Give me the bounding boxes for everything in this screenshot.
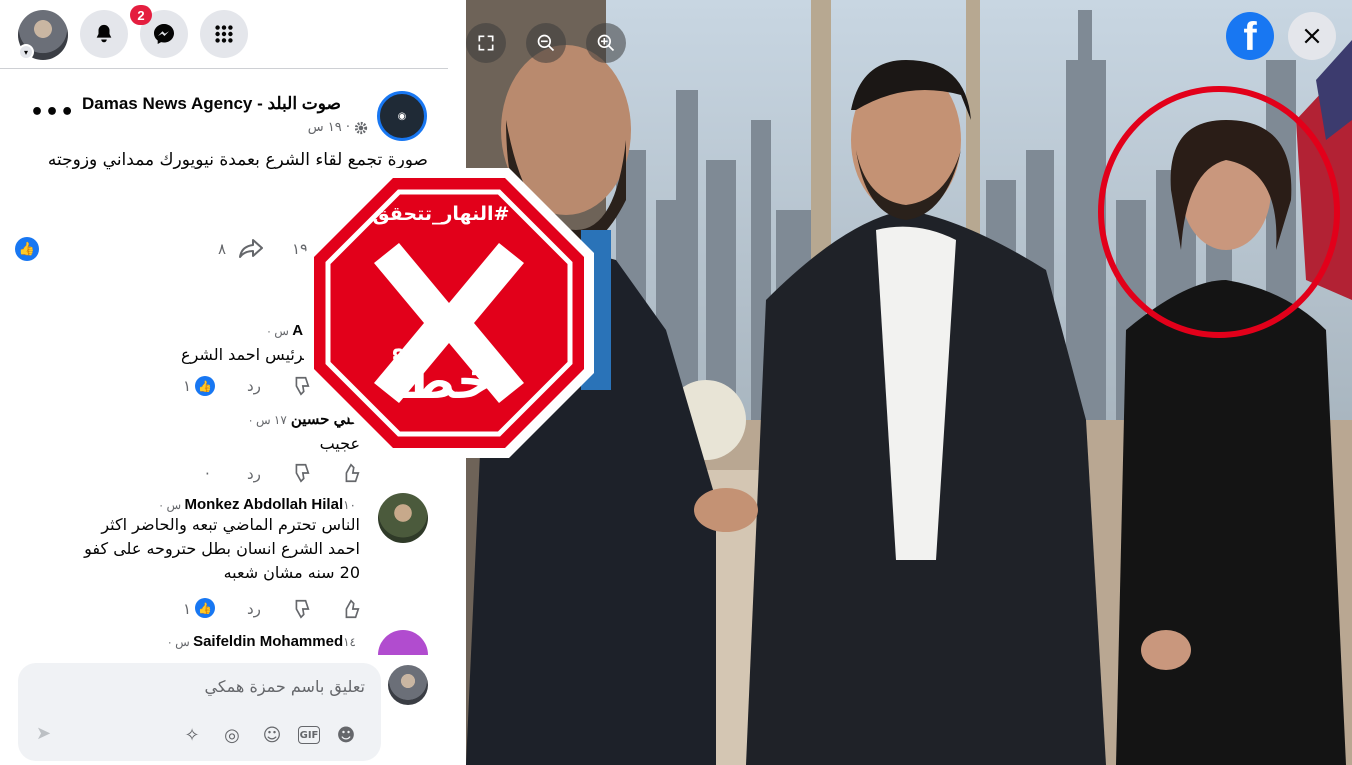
like-icon: 👍 bbox=[195, 376, 215, 396]
reply-button[interactable]: رد bbox=[247, 600, 261, 618]
stamp-hashtag: #النهار_تتحقق bbox=[372, 203, 510, 225]
composer-tools: ✧ ◎ ☺ GIF ☻ bbox=[178, 721, 360, 749]
comment-time[interactable]: ١٧ س · bbox=[249, 413, 287, 427]
divider bbox=[0, 68, 448, 69]
messenger-icon bbox=[154, 24, 174, 44]
like-icon[interactable] bbox=[340, 598, 362, 620]
chevron-down-icon[interactable]: ▾ bbox=[18, 44, 34, 60]
camera-icon[interactable]: ◎ bbox=[218, 721, 246, 749]
emoji-icon[interactable]: ☺ bbox=[258, 721, 286, 749]
comment-author[interactable]: Saifeldin Mohammed١٤ س · bbox=[168, 633, 360, 650]
avatar-sticker-icon[interactable]: ☻ bbox=[332, 721, 360, 749]
page-avatar[interactable]: ◉ bbox=[377, 91, 427, 141]
account-avatar[interactable] bbox=[388, 665, 428, 705]
comment-text: 20 سنه مشان شعبه bbox=[223, 563, 360, 582]
zoom-in-icon bbox=[597, 34, 615, 52]
menu-grid-icon bbox=[215, 25, 233, 43]
post-time[interactable]: ١٩ س · bbox=[308, 120, 350, 135]
zoom-out-button[interactable] bbox=[526, 23, 566, 63]
photo[interactable] bbox=[466, 0, 1352, 765]
reply-button[interactable]: رد bbox=[247, 465, 261, 483]
comment-text: الرئيس احمد الشرع bbox=[181, 345, 313, 364]
comment-input[interactable]: تعليق باسم حمزة همكي bbox=[205, 677, 366, 696]
notification-badge: 2 bbox=[130, 5, 152, 25]
reaction-count[interactable]: ١ bbox=[183, 377, 191, 395]
page-name[interactable]: صوت البلد - Damas News Agency bbox=[82, 94, 341, 114]
commenter-avatar[interactable] bbox=[378, 493, 428, 543]
close-button[interactable] bbox=[1288, 12, 1336, 60]
notifications-button[interactable] bbox=[80, 10, 128, 58]
reaction-count: · bbox=[205, 465, 210, 483]
zoom-out-icon bbox=[537, 34, 555, 52]
share-icon[interactable] bbox=[237, 236, 265, 262]
facebook-logo-icon[interactable]: f bbox=[1226, 12, 1274, 60]
reaction-count[interactable]: ١ bbox=[183, 600, 191, 618]
author-name[interactable]: Monkez Abdollah Hilal bbox=[184, 496, 343, 513]
comment-composer[interactable]: تعليق باسم حمزة همكي ✧ ◎ ☺ GIF ☻ ➤ bbox=[18, 663, 381, 761]
comment-author[interactable]: Monkez Abdollah Hilal١٠ س · bbox=[84, 496, 360, 513]
reply-button[interactable]: رد bbox=[247, 377, 261, 395]
like-icon[interactable]: 👍 bbox=[15, 237, 39, 261]
more-dots-icon[interactable]: ••• bbox=[30, 100, 75, 125]
like-icon[interactable] bbox=[340, 462, 362, 484]
fullscreen-button[interactable] bbox=[466, 23, 506, 63]
expand-icon bbox=[478, 35, 494, 51]
sticker-icon[interactable]: ✧ bbox=[178, 721, 206, 749]
comment-text: احمد الشرع انسان بطل حتروحه على كفو bbox=[84, 539, 360, 558]
bell-icon bbox=[96, 24, 112, 43]
comment-text: الناس تحترم الماضي تبعه والحاضر اكثر bbox=[101, 515, 360, 534]
top-bar: ▾ 2 bbox=[0, 0, 448, 68]
share-count[interactable]: ٨ bbox=[218, 240, 226, 258]
close-icon bbox=[1304, 28, 1320, 44]
dislike-icon[interactable] bbox=[290, 462, 312, 484]
comment: Monkez Abdollah Hilal١٠ س · الناس تحترم … bbox=[84, 496, 360, 585]
stamp-verdict: خطأ bbox=[389, 352, 493, 410]
post-meta: ١٩ س · bbox=[308, 120, 368, 135]
zoom-in-button[interactable] bbox=[586, 23, 626, 63]
send-icon[interactable]: ➤ bbox=[36, 723, 60, 747]
dislike-icon[interactable] bbox=[290, 598, 312, 620]
comment: Saifeldin Mohammed١٤ س · bbox=[168, 633, 360, 650]
author-name[interactable]: Saifeldin Mohammed bbox=[193, 633, 343, 650]
menu-button[interactable] bbox=[200, 10, 248, 58]
like-icon: 👍 bbox=[195, 598, 215, 618]
gif-icon[interactable]: GIF bbox=[298, 726, 320, 744]
gear-icon bbox=[354, 121, 368, 134]
photo-viewer: f bbox=[466, 0, 1352, 765]
